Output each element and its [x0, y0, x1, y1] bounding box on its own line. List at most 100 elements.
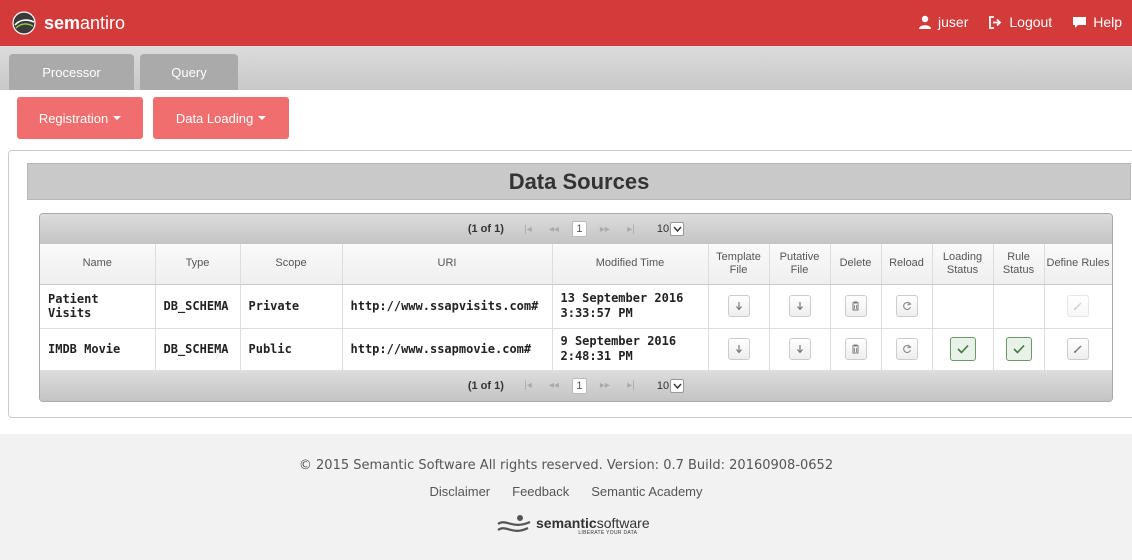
- tab-query[interactable]: Query: [140, 54, 238, 90]
- define-rules-button[interactable]: [1067, 338, 1089, 360]
- download-arrow-icon: [735, 302, 742, 311]
- logo-rest: software: [596, 514, 650, 531]
- copyright-text: © 2015 Semantic Software All rights rese…: [298, 458, 834, 473]
- cell-delete: [830, 328, 882, 371]
- cell-name: Patient Visits: [40, 284, 156, 329]
- modified-date: 13 September 2016: [560, 291, 684, 305]
- modified-date: 9 September 2016: [560, 334, 677, 348]
- brand-name: semantiro: [44, 12, 126, 33]
- disclaimer-link[interactable]: Disclaimer: [429, 484, 490, 499]
- cell-scope: Private: [240, 284, 343, 329]
- data-sources-table: (1 of 1) |◂ ◂◂ 1 ▸▸ ▸| 10 Name Type Scop…: [39, 213, 1113, 402]
- cell-uri: http://www.ssapmovie.com#: [342, 328, 553, 371]
- col-define-rules: Define Rules: [1044, 244, 1112, 285]
- last-page-icon[interactable]: ▸|: [623, 380, 639, 391]
- paginator-bottom: (1 of 1) |◂ ◂◂ 1 ▸▸ ▸| 10: [40, 370, 1112, 401]
- globe-logo-icon: [12, 11, 36, 35]
- registration-menu-button[interactable]: Registration: [17, 97, 143, 139]
- template-download-button[interactable]: [727, 295, 750, 317]
- cell-define-rules: [1044, 328, 1112, 371]
- table-row[interactable]: IMDB Movie DB_SCHEMA Public http://www.s…: [40, 328, 1112, 371]
- footer: © 2015 Semantic Software All rights rese…: [0, 434, 1132, 560]
- loading-status-check[interactable]: [949, 337, 976, 361]
- cell-rule-status: [993, 328, 1045, 371]
- cell-reload: [881, 284, 933, 329]
- col-template-file: Template File: [708, 244, 770, 285]
- prev-page-icon[interactable]: ◂◂: [546, 380, 562, 391]
- data-loading-menu-button[interactable]: Data Loading: [153, 97, 289, 139]
- col-scope[interactable]: Scope: [240, 244, 343, 285]
- template-download-button[interactable]: [727, 338, 750, 360]
- table-row[interactable]: Patient Visits DB_SCHEMA Private http://…: [40, 284, 1112, 329]
- putative-download-button[interactable]: [788, 295, 811, 317]
- delete-button[interactable]: [844, 338, 867, 360]
- semantic-academy-link[interactable]: Semantic Academy: [591, 484, 702, 499]
- cell-template-file: [708, 284, 770, 329]
- chevron-down-icon: [670, 378, 685, 393]
- col-name[interactable]: Name: [40, 244, 156, 285]
- col-delete: Delete: [830, 244, 882, 285]
- data-table: Name Type Scope URI Modified Time Templa…: [40, 244, 1112, 371]
- rows-per-page-value: 10: [656, 379, 670, 392]
- first-page-icon[interactable]: |◂: [520, 380, 536, 391]
- paginator-top: (1 of 1) |◂ ◂◂ 1 ▸▸ ▸| 10: [40, 214, 1112, 244]
- define-rules-button[interactable]: [1067, 295, 1089, 317]
- reload-button[interactable]: [895, 295, 918, 317]
- download-arrow-icon: [735, 345, 742, 354]
- chat-bubble-icon: [1073, 16, 1087, 28]
- col-reload: Reload: [881, 244, 933, 285]
- prev-page-icon[interactable]: ◂◂: [546, 224, 562, 235]
- top-header: semantiro juser Logout Help: [0, 0, 1132, 46]
- cell-rule-status: [993, 284, 1045, 329]
- delete-button[interactable]: [844, 295, 867, 317]
- cell-scope: Public: [240, 328, 343, 371]
- cell-type: DB_SCHEMA: [155, 328, 241, 371]
- footer-logo-text: semanticsoftware LIBERATE YOUR DATA: [536, 515, 650, 536]
- footer-logo: semanticsoftware LIBERATE YOUR DATA: [496, 514, 650, 536]
- feedback-link[interactable]: Feedback: [512, 484, 569, 499]
- help-link[interactable]: Help: [1072, 14, 1122, 30]
- col-type[interactable]: Type: [155, 244, 241, 285]
- user-menu[interactable]: juser: [918, 14, 968, 30]
- help-label: Help: [1093, 14, 1122, 30]
- reload-button[interactable]: [895, 338, 918, 360]
- trash-icon: [852, 301, 859, 311]
- col-modified-time[interactable]: Modified Time: [552, 244, 709, 285]
- page-report: (1 of 1): [467, 223, 504, 235]
- last-page-icon[interactable]: ▸|: [623, 224, 639, 235]
- cell-type: DB_SCHEMA: [155, 284, 241, 329]
- page-number[interactable]: 1: [571, 377, 587, 394]
- download-arrow-icon: [796, 302, 803, 311]
- logout-icon: [989, 15, 1002, 29]
- download-arrow-icon: [796, 345, 803, 354]
- cell-putative-file: [769, 328, 831, 371]
- swoosh-logo-icon: [497, 515, 531, 532]
- rule-status-check[interactable]: [1005, 337, 1032, 361]
- logout-link[interactable]: Logout: [988, 14, 1052, 30]
- rows-per-page-select[interactable]: 10: [656, 378, 685, 393]
- logout-label: Logout: [1009, 14, 1053, 30]
- putative-download-button[interactable]: [788, 338, 811, 360]
- pencil-icon: [1074, 345, 1082, 353]
- logo-tagline: LIBERATE YOUR DATA: [578, 529, 638, 536]
- rows-per-page-value: 10: [656, 223, 670, 235]
- tab-processor[interactable]: Processor: [9, 54, 134, 90]
- tab-strip: Processor Query: [0, 46, 1132, 90]
- rows-per-page-select[interactable]: 10: [656, 222, 685, 236]
- caret-down-icon: [258, 116, 267, 120]
- chevron-down-icon: [670, 222, 685, 236]
- data-loading-label: Data Loading: [175, 110, 254, 126]
- next-page-icon[interactable]: ▸▸: [597, 224, 613, 235]
- cell-loading-status: [932, 328, 994, 371]
- first-page-icon[interactable]: |◂: [520, 224, 536, 235]
- refresh-icon: [902, 301, 912, 311]
- cell-modified-time: 9 September 2016 2:48:31 PM: [552, 328, 709, 371]
- page-number[interactable]: 1: [571, 221, 587, 237]
- brand[interactable]: semantiro: [12, 10, 125, 36]
- col-uri[interactable]: URI: [342, 244, 553, 285]
- refresh-icon: [902, 344, 912, 354]
- panel-title: Data Sources: [27, 163, 1131, 200]
- caret-down-icon: [113, 116, 122, 120]
- next-page-icon[interactable]: ▸▸: [597, 380, 613, 391]
- top-nav: juser Logout Help: [918, 14, 1122, 30]
